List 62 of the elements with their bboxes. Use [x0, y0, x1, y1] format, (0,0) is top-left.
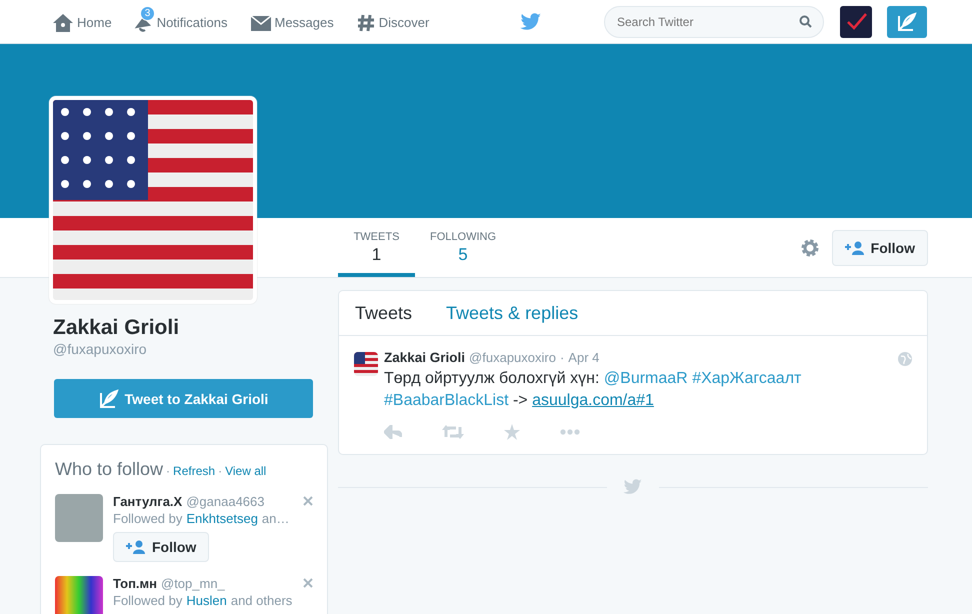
hashtag-link[interactable]: #BaabarBlackList	[384, 392, 509, 409]
followed-by-text: Followed by	[113, 511, 182, 526]
hashtag-link[interactable]: #ХарЖагсаалт	[692, 370, 802, 387]
quill-icon	[98, 388, 119, 408]
profile-stat-tab[interactable]: FOLLOWING 5	[415, 218, 512, 277]
user-name[interactable]: Топ.мн	[113, 576, 157, 591]
follow-button[interactable]: Follow	[832, 230, 928, 266]
who-to-follow-title: Who to follow	[55, 459, 164, 480]
profile-name: Zakkai Grioli	[53, 316, 180, 340]
profile-stat-tab[interactable]: TWEETS 1	[338, 218, 415, 277]
followed-by-rest: an…	[262, 511, 290, 526]
bird-logo-icon	[520, 12, 542, 30]
nav-link[interactable]: Home	[52, 2, 112, 40]
account-avatar-icon[interactable]	[840, 6, 872, 38]
star-icon[interactable]	[504, 424, 520, 440]
follower-link[interactable]: Enkhtsetseg	[186, 511, 258, 526]
user-handle: @top_mn_	[161, 576, 225, 591]
follow-button[interactable]: Follow	[113, 532, 210, 562]
hashtag-icon	[356, 12, 376, 32]
search-icon	[799, 14, 812, 28]
quill-icon	[897, 12, 917, 32]
card-link[interactable]: View all	[225, 464, 266, 478]
home-icon	[52, 12, 74, 32]
tweet-author-name[interactable]: Zakkai Grioli	[384, 350, 466, 365]
notification-count-badge: 3	[140, 6, 156, 20]
separator-dot: ·	[218, 464, 222, 478]
user-name[interactable]: Гантулга.Х	[113, 494, 182, 509]
search-field[interactable]: Search Twitter	[604, 6, 824, 38]
follower-link[interactable]: Huslen	[186, 593, 227, 608]
mention-link[interactable]: @BurmaaR	[604, 370, 688, 387]
envelope-icon	[250, 14, 272, 32]
separator-dot: ·	[166, 464, 170, 478]
tweet-text: Төрд ойртуулж болохгүй хүн: @BurmaaR #ХарЖагсаалт #BaabarBlackList -> asuulga.com/a#1	[384, 369, 802, 411]
card-link[interactable]: Refresh	[173, 464, 216, 478]
user-handle: @ganaa4663	[186, 494, 264, 509]
bird-icon	[623, 479, 643, 495]
timeline-tab[interactable]: Tweets	[355, 302, 412, 324]
tweet-date-link[interactable]: Apr 4	[568, 350, 600, 365]
followed-by-rest: and others	[230, 593, 292, 608]
separator-dot: ·	[560, 350, 564, 365]
nav-link[interactable]: Messages	[250, 2, 334, 40]
tweet-author-handle: @fuxapuxoxiro	[469, 350, 556, 365]
photo-placeholder	[55, 494, 103, 542]
compose-tweet-button[interactable]	[887, 6, 927, 38]
reply-icon[interactable]	[384, 425, 402, 439]
dismiss-icon[interactable]	[303, 578, 313, 588]
url-link[interactable]: asuulga.com/a#1	[532, 392, 654, 409]
flag-avatar-icon	[354, 352, 378, 376]
logo-image-placeholder	[55, 576, 103, 614]
followed-by-text: Followed by	[113, 593, 182, 608]
retweet-icon[interactable]	[442, 425, 464, 439]
add-person-icon	[126, 540, 146, 554]
settings-icon[interactable]	[800, 238, 820, 258]
timeline-tab[interactable]: Tweets & replies	[446, 302, 578, 324]
nav-link[interactable]: Discover	[356, 2, 430, 40]
profile-handle: @fuxapuxoxiro	[53, 341, 148, 357]
more-icon[interactable]	[560, 429, 580, 435]
tweet-to-button[interactable]: Tweet to Zakkai Grioli	[54, 379, 313, 418]
nav-link[interactable]: 3 Notifications	[134, 2, 228, 40]
dismiss-icon[interactable]	[303, 496, 313, 506]
globe-icon	[898, 352, 912, 366]
add-person-icon	[844, 240, 865, 254]
